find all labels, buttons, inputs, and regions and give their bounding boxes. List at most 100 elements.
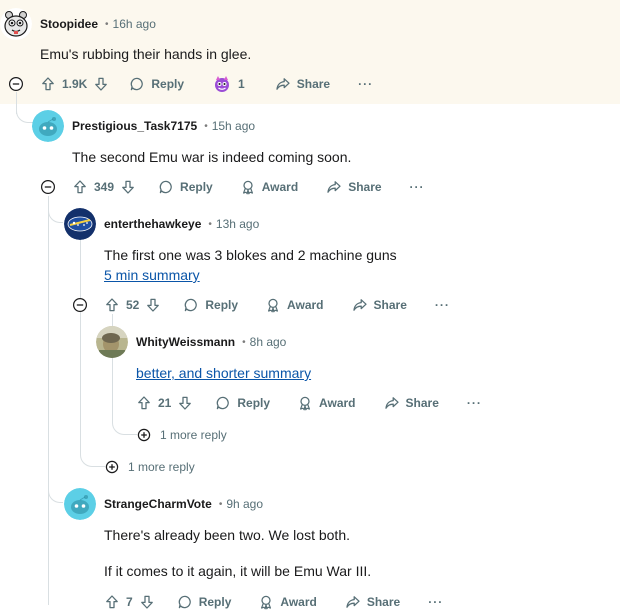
reply-label: Reply xyxy=(180,180,213,194)
overflow-dots-icon: ··· xyxy=(466,396,482,410)
share-button[interactable]: Share xyxy=(326,179,382,195)
award-label: Award xyxy=(287,298,324,312)
downvote-icon[interactable] xyxy=(177,395,193,411)
vote-controls: 52 xyxy=(104,297,161,313)
award-label: Award xyxy=(280,595,317,609)
comment-timestamp[interactable]: 13h ago xyxy=(216,217,259,231)
thread-elbow xyxy=(112,356,137,435)
thread-line-prestigious xyxy=(48,196,49,605)
reply-button[interactable]: Reply xyxy=(183,297,238,313)
reply-label: Reply xyxy=(151,77,185,91)
share-button[interactable]: Share xyxy=(275,76,330,92)
more-options-button[interactable]: ··· xyxy=(467,396,482,410)
thread-elbow xyxy=(48,480,63,503)
avatar[interactable] xyxy=(96,326,128,358)
downvote-icon[interactable] xyxy=(139,594,155,610)
comment-author[interactable]: Stoopidee xyxy=(40,17,98,31)
comment-bubble-icon xyxy=(215,395,231,411)
upvote-icon[interactable] xyxy=(40,76,56,92)
more-replies-label: 1 more reply xyxy=(160,428,227,442)
more-options-button[interactable]: ··· xyxy=(358,77,373,91)
share-label: Share xyxy=(348,180,382,194)
award-button[interactable]: Award xyxy=(297,395,356,411)
award-button[interactable]: Award xyxy=(258,594,317,610)
avatar[interactable] xyxy=(64,488,96,520)
comment-bubble-icon xyxy=(158,179,174,195)
comment-action-bar: 7 Reply Award Share ··· xyxy=(104,592,443,612)
thread-elbow xyxy=(48,200,63,223)
overflow-dots-icon: ··· xyxy=(434,298,450,312)
more-replies-label: 1 more reply xyxy=(128,460,195,474)
comment-author[interactable]: WhityWeissmann xyxy=(136,335,235,349)
comment-author[interactable]: StrangeCharmVote xyxy=(104,497,212,511)
comment-action-bar: 1.9K Reply 1 Share ··· xyxy=(40,74,373,94)
minus-circle-icon xyxy=(8,76,24,92)
comment-header: StrangeCharmVote • 9h ago xyxy=(64,488,263,520)
upvote-icon[interactable] xyxy=(72,179,88,195)
comment-timestamp[interactable]: 15h ago xyxy=(212,119,255,133)
comment-bubble-icon xyxy=(129,76,145,92)
upvote-icon[interactable] xyxy=(104,297,120,313)
award-icon xyxy=(240,179,256,195)
share-button[interactable]: Share xyxy=(345,594,400,610)
collapse-thread-button[interactable] xyxy=(40,179,56,195)
share-label: Share xyxy=(296,77,331,91)
comment-action-bar: 349 Reply Award Share ··· xyxy=(72,177,425,197)
snoo-avatar-icon xyxy=(64,488,96,520)
plus-circle-icon xyxy=(104,459,120,475)
comment-timestamp[interactable]: 8h ago xyxy=(250,335,287,349)
reply-button[interactable]: Reply xyxy=(129,76,184,92)
comment-header: WhityWeissmann • 8h ago xyxy=(96,326,286,358)
comment-header: Prestigious_Task7175 • 15h ago xyxy=(32,110,255,142)
reply-label: Reply xyxy=(237,396,271,410)
avatar[interactable] xyxy=(0,8,32,40)
comment-author[interactable]: enterthehawkeye xyxy=(104,217,201,231)
avatar[interactable] xyxy=(64,208,96,240)
share-button[interactable]: Share xyxy=(352,297,407,313)
share-button[interactable]: Share xyxy=(384,395,439,411)
collapse-thread-button[interactable] xyxy=(72,297,88,313)
share-arrow-icon xyxy=(275,76,291,92)
more-replies-button[interactable]: 1 more reply xyxy=(136,427,227,443)
more-options-button[interactable]: ··· xyxy=(435,298,450,312)
reply-button[interactable]: Reply xyxy=(158,179,213,195)
reply-button[interactable]: Reply xyxy=(215,395,270,411)
separator-dot: • xyxy=(204,120,208,132)
upvote-icon[interactable] xyxy=(136,395,152,411)
award-button[interactable]: Award xyxy=(265,297,324,313)
downvote-icon[interactable] xyxy=(120,179,136,195)
vote-count: 52 xyxy=(126,298,140,312)
comment-timestamp[interactable]: 9h ago xyxy=(226,497,263,511)
comment-bubble-icon xyxy=(183,297,199,313)
more-options-button[interactable]: ··· xyxy=(410,180,425,194)
minus-circle-icon xyxy=(72,297,88,313)
comment-body: The first one was 3 blokes and 2 machine… xyxy=(104,247,397,263)
award-emoji-icon xyxy=(215,76,230,92)
overflow-dots-icon: ··· xyxy=(428,595,444,609)
downvote-icon[interactable] xyxy=(145,297,161,313)
downvote-icon[interactable] xyxy=(93,76,109,92)
comment-timestamp[interactable]: 16h ago xyxy=(113,17,156,31)
reply-button[interactable]: Reply xyxy=(177,594,231,610)
comment-author[interactable]: Prestigious_Task7175 xyxy=(72,119,197,133)
minus-circle-icon xyxy=(40,179,56,195)
more-options-button[interactable]: ··· xyxy=(428,595,443,609)
separator-dot: • xyxy=(218,498,223,510)
share-arrow-icon xyxy=(384,395,400,411)
vote-controls: 1.9K xyxy=(40,76,109,92)
summary-link[interactable]: 5 min summary xyxy=(104,267,200,283)
avatar[interactable] xyxy=(32,110,64,142)
upvote-icon[interactable] xyxy=(104,594,120,610)
vote-count: 21 xyxy=(158,396,172,410)
share-label: Share xyxy=(405,396,439,410)
collapse-thread-button[interactable] xyxy=(8,76,24,92)
award-button[interactable]: Award xyxy=(240,179,298,195)
comment-body: If it comes to it again, it will be Emu … xyxy=(104,563,372,579)
subaru-logo-avatar-icon xyxy=(64,208,96,240)
summary-link[interactable]: better, and shorter summary xyxy=(136,365,311,381)
comment-body: There's already been two. We lost both. xyxy=(104,527,350,543)
more-replies-button[interactable]: 1 more reply xyxy=(104,459,195,475)
share-arrow-icon xyxy=(326,179,342,195)
award-button[interactable]: 1 xyxy=(212,74,245,94)
thread-line-enterthehawkeye xyxy=(80,238,81,298)
